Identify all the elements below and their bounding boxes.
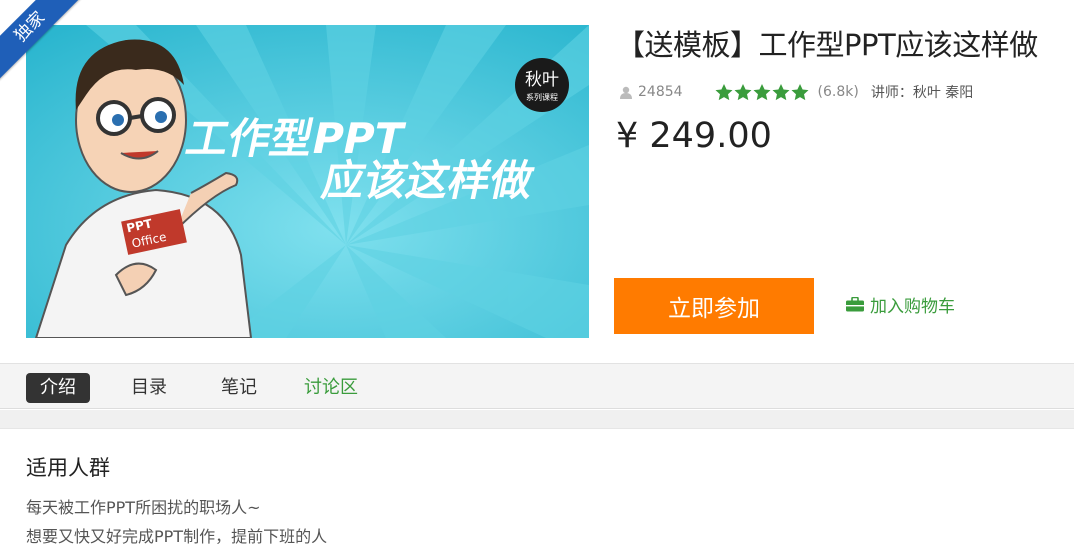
brand-subtitle: 系列课程 (526, 92, 558, 102)
user-icon (620, 86, 632, 99)
tab-discussion[interactable]: 讨论区 (304, 373, 358, 403)
brand-badge: 秋叶 系列课程 (515, 58, 569, 112)
rating-stars (715, 83, 810, 101)
banner-headline-2: 应该这样做 (318, 157, 539, 205)
course-header: 独家 秋叶 系列课程 工作型PPT 应该这样做 PPT Office 【送模板】… (0, 0, 1074, 362)
student-count: 24854 (638, 84, 683, 100)
star-icon (734, 83, 752, 100)
course-title: 【送模板】工作型PPT应该这样做 (616, 28, 1038, 62)
star-icon (772, 83, 790, 100)
brand-name: 秋叶 (525, 70, 559, 90)
star-icon (715, 83, 733, 100)
join-course-button[interactable]: 立即参加 (614, 278, 814, 334)
tab-intro[interactable]: 介绍 (26, 373, 90, 403)
tab-catalog[interactable]: 目录 (131, 373, 167, 403)
intro-section: 适用人群 每天被工作PPT所困扰的职场人~ 想要又快又好完成PPT制作，提前下班… (0, 428, 1074, 552)
star-icon (791, 83, 809, 100)
tab-notes[interactable]: 笔记 (221, 373, 257, 403)
cart-icon (846, 297, 864, 312)
section-gap (0, 410, 1074, 428)
course-price: ¥ 249.00 (616, 116, 772, 156)
banner-illustration: 秋叶 系列课程 工作型PPT 应该这样做 PPT Office (26, 25, 589, 338)
add-to-cart-label: 加入购物车 (870, 297, 955, 317)
star-icon (753, 83, 771, 100)
audience-line: 想要又快又好完成PPT制作，提前下班的人 (26, 527, 328, 546)
section-title: 适用人群 (26, 456, 110, 480)
course-meta: 24854 (6.8k) 讲师：秋叶 秦阳 (620, 82, 973, 102)
rating-count: (6.8k) (817, 84, 859, 100)
teacher-info: 讲师：秋叶 秦阳 (870, 85, 974, 101)
add-to-cart-link[interactable]: 加入购物车 (846, 292, 955, 317)
course-tabs: 介绍 目录 笔记 讨论区 (0, 363, 1074, 409)
course-banner-image[interactable]: 秋叶 系列课程 工作型PPT 应该这样做 PPT Office (26, 25, 589, 338)
audience-line: 每天被工作PPT所困扰的职场人~ (26, 498, 261, 517)
